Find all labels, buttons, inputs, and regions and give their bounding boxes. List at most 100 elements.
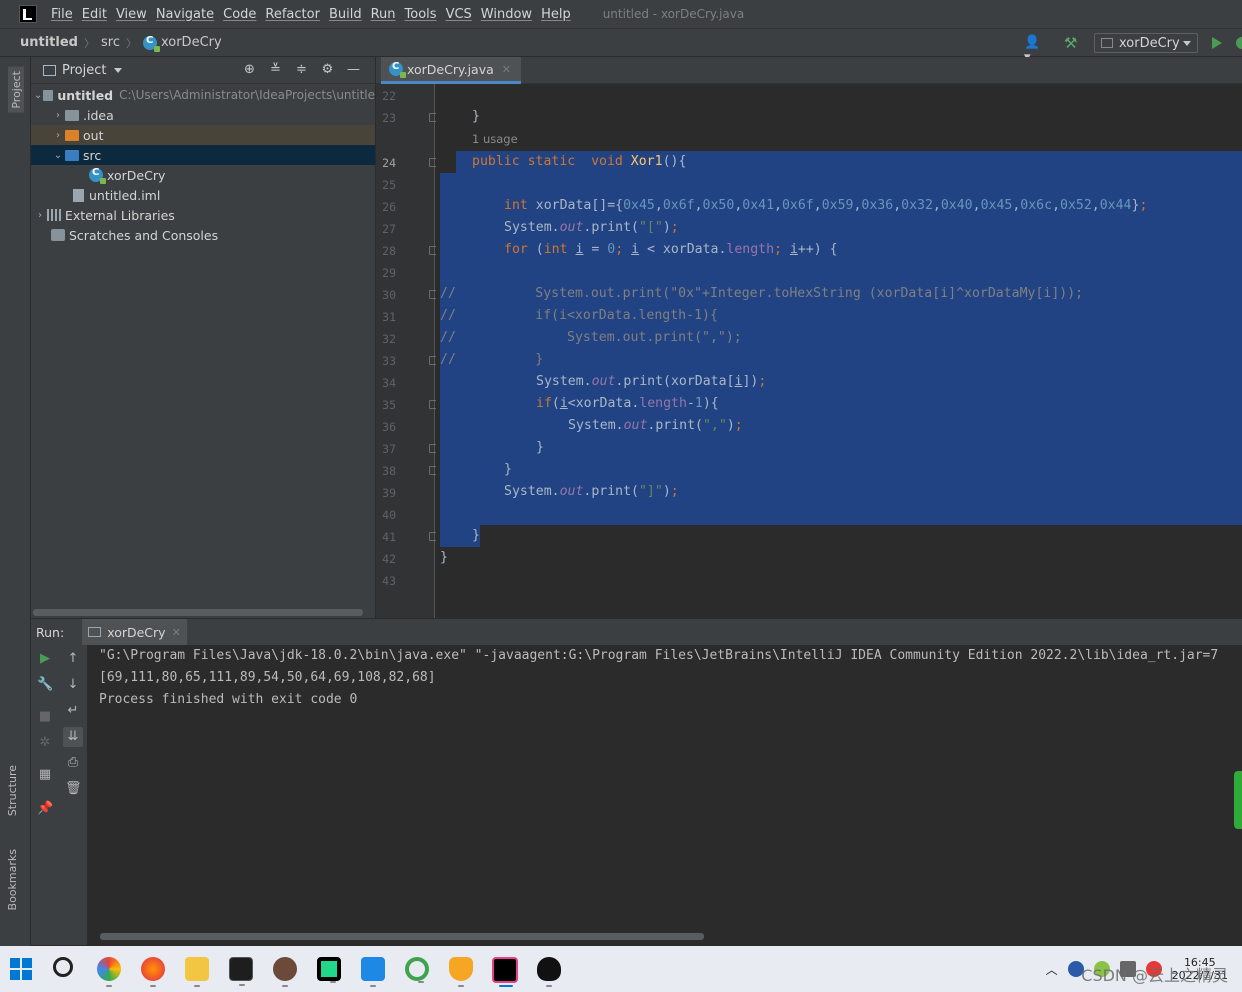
tool-tab-project[interactable]: Project: [8, 67, 24, 113]
tree-item-out[interactable]: › out: [31, 125, 375, 145]
user-account-icon[interactable]: 👤▾: [1024, 35, 1046, 65]
menu-help[interactable]: Help: [541, 7, 571, 22]
stop-icon[interactable]: ■: [37, 709, 53, 725]
code-line: System.out.print("]");: [504, 484, 679, 499]
usage-hint[interactable]: 1 usage: [472, 132, 518, 146]
intellij-taskbar-icon[interactable]: [492, 957, 518, 987]
code-editor[interactable]: 1 usage } public static void Xor1(){ int…: [436, 84, 1242, 618]
file-explorer-icon[interactable]: [185, 957, 209, 987]
locate-target-icon[interactable]: ⊕: [242, 63, 256, 77]
breadcrumb-src[interactable]: src: [101, 35, 120, 50]
chevron-down-icon[interactable]: [114, 67, 123, 73]
project-panel-title[interactable]: Project: [62, 63, 106, 78]
arrow-up-icon[interactable]: ↑: [65, 651, 81, 667]
menu-refactor[interactable]: Refactor: [265, 7, 320, 22]
menu-vcs[interactable]: VCS: [446, 7, 472, 22]
project-view-icon: [43, 64, 56, 76]
refresh-app-icon[interactable]: [405, 957, 429, 983]
breadcrumb-project[interactable]: untitled: [20, 35, 78, 50]
tree-item-label: untitled.iml: [89, 187, 161, 203]
tree-item-path: C:\Users\Administrator\IdeaProjects\unti…: [119, 88, 375, 102]
code-line: }: [440, 550, 448, 565]
chevron-right-icon[interactable]: ›: [33, 210, 47, 221]
line-number: 34: [382, 376, 396, 390]
breadcrumb-class[interactable]: xorDeCry: [161, 35, 222, 50]
tree-item-label: untitled: [57, 87, 114, 103]
notes-icon[interactable]: [361, 957, 385, 987]
console-icon: [88, 627, 102, 637]
run-toolbar-primary: ▶ 🔧 ■ ✲ ▦ 📌: [31, 645, 59, 945]
chevron-down-icon[interactable]: ⌄: [51, 150, 65, 161]
debug-button[interactable]: [1236, 37, 1242, 49]
qq-icon[interactable]: [537, 957, 561, 987]
print-icon[interactable]: ⎙: [65, 755, 81, 771]
menu-tools[interactable]: Tools: [405, 7, 437, 22]
chevron-up-icon[interactable]: ︿: [1046, 961, 1058, 978]
tree-item-untitled[interactable]: ⌄ untitled C:\Users\Administrator\IdeaPr…: [31, 85, 375, 105]
menu-run[interactable]: Run: [371, 7, 396, 22]
debug-bug-icon[interactable]: ✲: [37, 735, 53, 751]
console-output[interactable]: "G:\Program Files\Java\jdk-18.0.2\bin\ja…: [88, 645, 1242, 946]
pycharm-icon[interactable]: [317, 957, 341, 983]
tree-item-label: src: [83, 147, 102, 163]
run-button[interactable]: [1212, 37, 1222, 49]
tree-item-idea[interactable]: › .idea: [31, 105, 375, 125]
chevron-right-icon[interactable]: ›: [51, 130, 65, 141]
tree-item-iml[interactable]: untitled.iml: [31, 185, 375, 205]
minimize-icon[interactable]: —: [346, 63, 360, 77]
build-hammer-icon[interactable]: ⚒: [1064, 35, 1080, 51]
menu-window[interactable]: Window: [481, 7, 532, 22]
tool-tab-structure[interactable]: Structure: [6, 765, 19, 816]
line-number: 30: [382, 288, 396, 302]
close-icon[interactable]: ✕: [502, 63, 511, 76]
tree-item-label: out: [83, 127, 104, 143]
layout-icon[interactable]: ▦: [37, 767, 53, 783]
photo-app-icon[interactable]: [273, 957, 297, 987]
collapse-all-icon[interactable]: ≑: [294, 63, 308, 77]
menu-code[interactable]: Code: [223, 7, 256, 22]
menu-navigate[interactable]: Navigate: [156, 7, 214, 22]
scroll-to-end-icon[interactable]: ⇊: [63, 727, 83, 747]
tree-item-scratches[interactable]: Scratches and Consoles: [31, 225, 375, 245]
menu-file[interactable]: File: [51, 7, 73, 22]
menu-view[interactable]: View: [116, 7, 147, 22]
navigation-bar: untitled 〉 src 〉 xorDeCry 👤▾ ⚒ xorDeCry: [0, 29, 1242, 65]
line-number: 39: [382, 486, 396, 500]
editor-tab-bar: xorDeCry.java ✕: [376, 57, 1242, 84]
expand-all-icon[interactable]: ≚: [268, 63, 282, 77]
line-number: 37: [382, 442, 396, 456]
terminal-icon[interactable]: [229, 957, 253, 986]
menu-build[interactable]: Build: [329, 7, 362, 22]
horizontal-scrollbar[interactable]: [100, 933, 704, 940]
run-tab-xordecry[interactable]: xorDeCry ✕: [82, 618, 187, 646]
tool-tab-bookmarks[interactable]: Bookmarks: [6, 849, 19, 910]
windows-start-icon[interactable]: [9, 957, 33, 981]
wrench-icon[interactable]: 🔧: [37, 677, 53, 693]
chevron-down-icon[interactable]: ⌄: [33, 90, 43, 101]
run-configuration-dropdown[interactable]: xorDeCry: [1094, 33, 1198, 53]
iml-file-icon: [73, 188, 84, 202]
firefox-icon[interactable]: [141, 957, 165, 987]
trash-icon[interactable]: 🗑: [65, 781, 82, 797]
soft-wrap-icon[interactable]: ↵: [65, 703, 81, 719]
search-icon[interactable]: [53, 957, 73, 977]
chevron-down-icon: [1183, 40, 1191, 46]
close-icon[interactable]: ✕: [172, 626, 181, 639]
editor-gutter: 22 23 24 25 26 27 28 29 30 31 32 33 34 35 36 37 38 39 40 41…: [376, 84, 438, 618]
arrow-down-icon[interactable]: ↓: [65, 677, 81, 693]
code-line: System.out.print(",");: [568, 418, 743, 433]
chevron-right-icon[interactable]: ›: [51, 110, 65, 121]
tree-item-src[interactable]: ⌄ src: [31, 145, 375, 165]
watermark: CSDN @云上之精灵: [1081, 966, 1228, 985]
pin-icon[interactable]: 📌: [37, 801, 53, 817]
browser-icon[interactable]: [97, 957, 121, 987]
chat-app-icon[interactable]: [449, 957, 473, 987]
tree-item-external-libraries[interactable]: › External Libraries: [31, 205, 375, 225]
menu-edit[interactable]: Edit: [82, 7, 107, 22]
tab-xordecry-java[interactable]: xorDeCry.java ✕: [381, 57, 521, 84]
rerun-icon[interactable]: ▶: [37, 651, 53, 667]
tab-label: xorDeCry.java: [407, 61, 494, 77]
horizontal-scrollbar[interactable]: [33, 609, 363, 616]
gear-icon[interactable]: ⚙: [320, 63, 334, 77]
tree-item-xordecry[interactable]: xorDeCry: [31, 165, 375, 185]
